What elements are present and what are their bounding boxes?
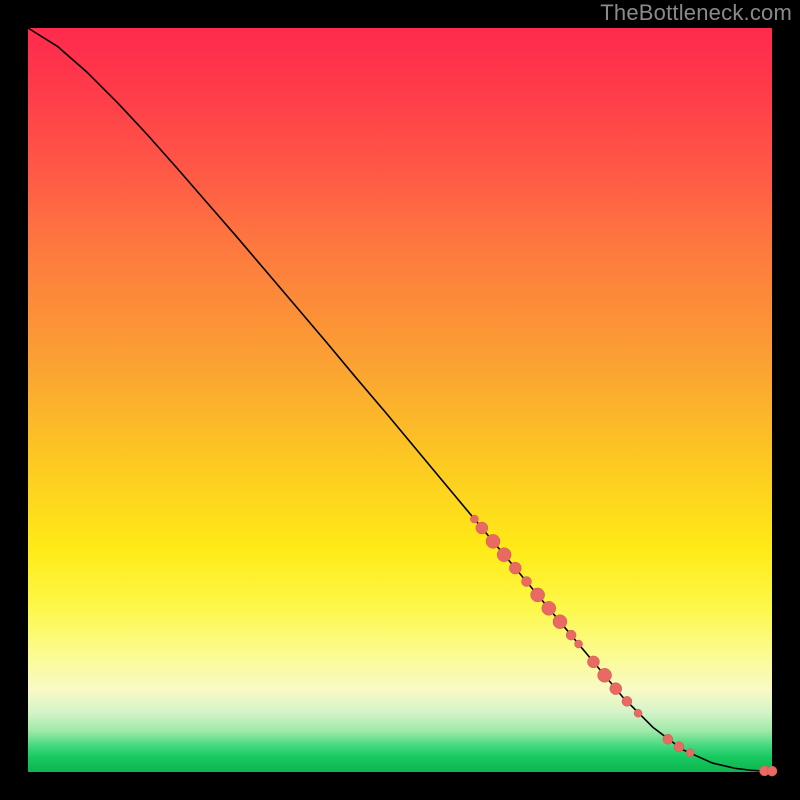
data-marker	[767, 766, 777, 776]
data-marker	[509, 562, 521, 574]
data-marker	[542, 601, 556, 615]
data-marker	[476, 522, 488, 534]
data-marker	[521, 577, 531, 587]
data-marker	[598, 668, 612, 682]
data-marker	[686, 749, 694, 757]
data-marker	[587, 656, 599, 668]
data-marker	[610, 683, 622, 695]
data-marker	[622, 696, 632, 706]
data-marker	[497, 548, 511, 562]
data-marker	[575, 640, 583, 648]
data-marker	[634, 709, 642, 717]
marker-group	[470, 515, 777, 776]
curve-line	[28, 28, 772, 771]
plot-area	[28, 28, 772, 772]
data-marker	[674, 742, 684, 752]
data-marker	[663, 734, 673, 744]
data-marker	[470, 515, 478, 523]
chart-stage: TheBottleneck.com	[0, 0, 800, 800]
data-marker	[553, 615, 567, 629]
data-marker	[566, 630, 576, 640]
chart-svg	[28, 28, 772, 772]
data-marker	[531, 588, 545, 602]
data-marker	[486, 534, 500, 548]
watermark-text: TheBottleneck.com	[600, 0, 792, 26]
